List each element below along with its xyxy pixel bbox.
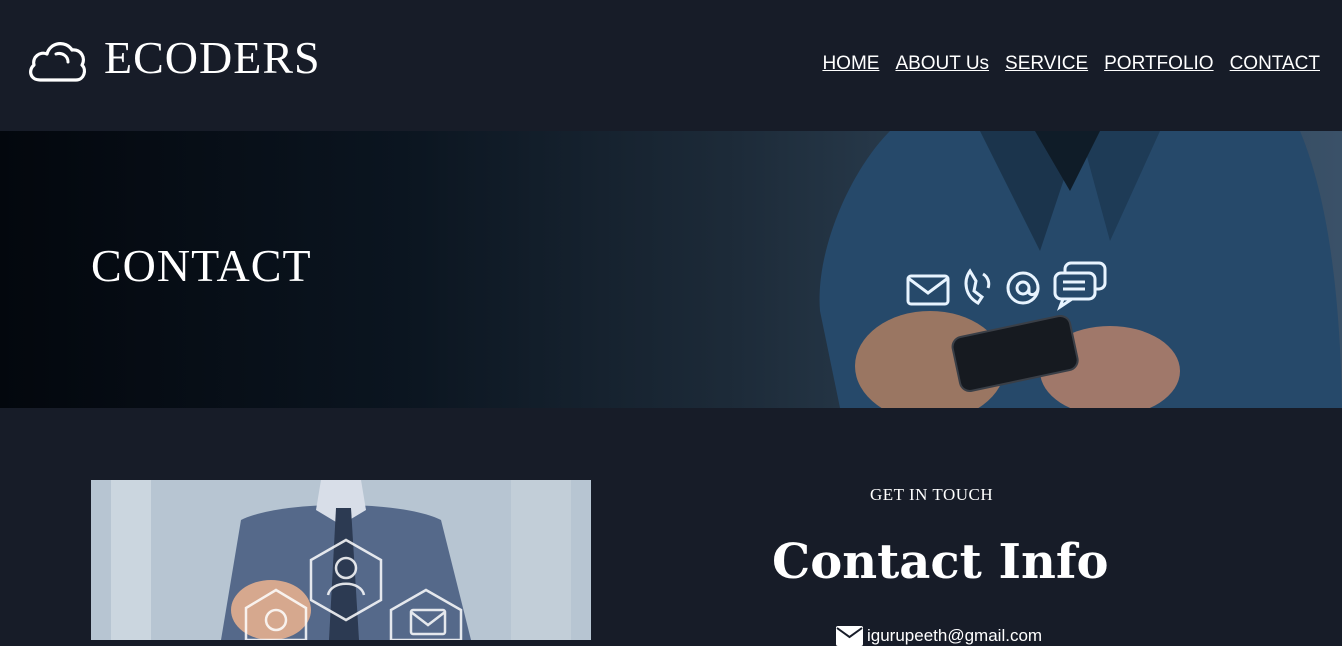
site-header: ECODERS HOME ABOUT Us SERVICE PORTFOLIO …: [0, 0, 1342, 131]
envelope-icon: [836, 626, 863, 646]
contact-heading: Contact Info: [772, 534, 1109, 590]
nav-contact-link[interactable]: CONTACT: [1230, 53, 1320, 75]
contact-image: [91, 480, 591, 640]
email-row[interactable]: igurupeeth@gmail.com: [836, 626, 1042, 646]
page-title: CONTACT: [91, 240, 312, 291]
hero-banner: CONTACT: [0, 131, 1342, 408]
banner-image: [819, 131, 1342, 408]
nav-service-link[interactable]: SERVICE: [1005, 53, 1088, 75]
logo[interactable]: ECODERS: [26, 30, 321, 86]
email-address[interactable]: igurupeeth@gmail.com: [867, 626, 1042, 646]
nav-portfolio-link[interactable]: PORTFOLIO: [1104, 53, 1213, 75]
businessman-illustration: [91, 480, 591, 640]
nav-about-link[interactable]: ABOUT Us: [895, 53, 989, 75]
cloud-icon: [29, 42, 87, 82]
contact-kicker: GET IN TOUCH: [870, 485, 994, 504]
nav-home-link[interactable]: HOME: [822, 53, 879, 75]
brand-name: ECODERS: [104, 32, 321, 83]
main-nav: HOME ABOUT Us SERVICE PORTFOLIO CONTACT: [822, 53, 1320, 75]
